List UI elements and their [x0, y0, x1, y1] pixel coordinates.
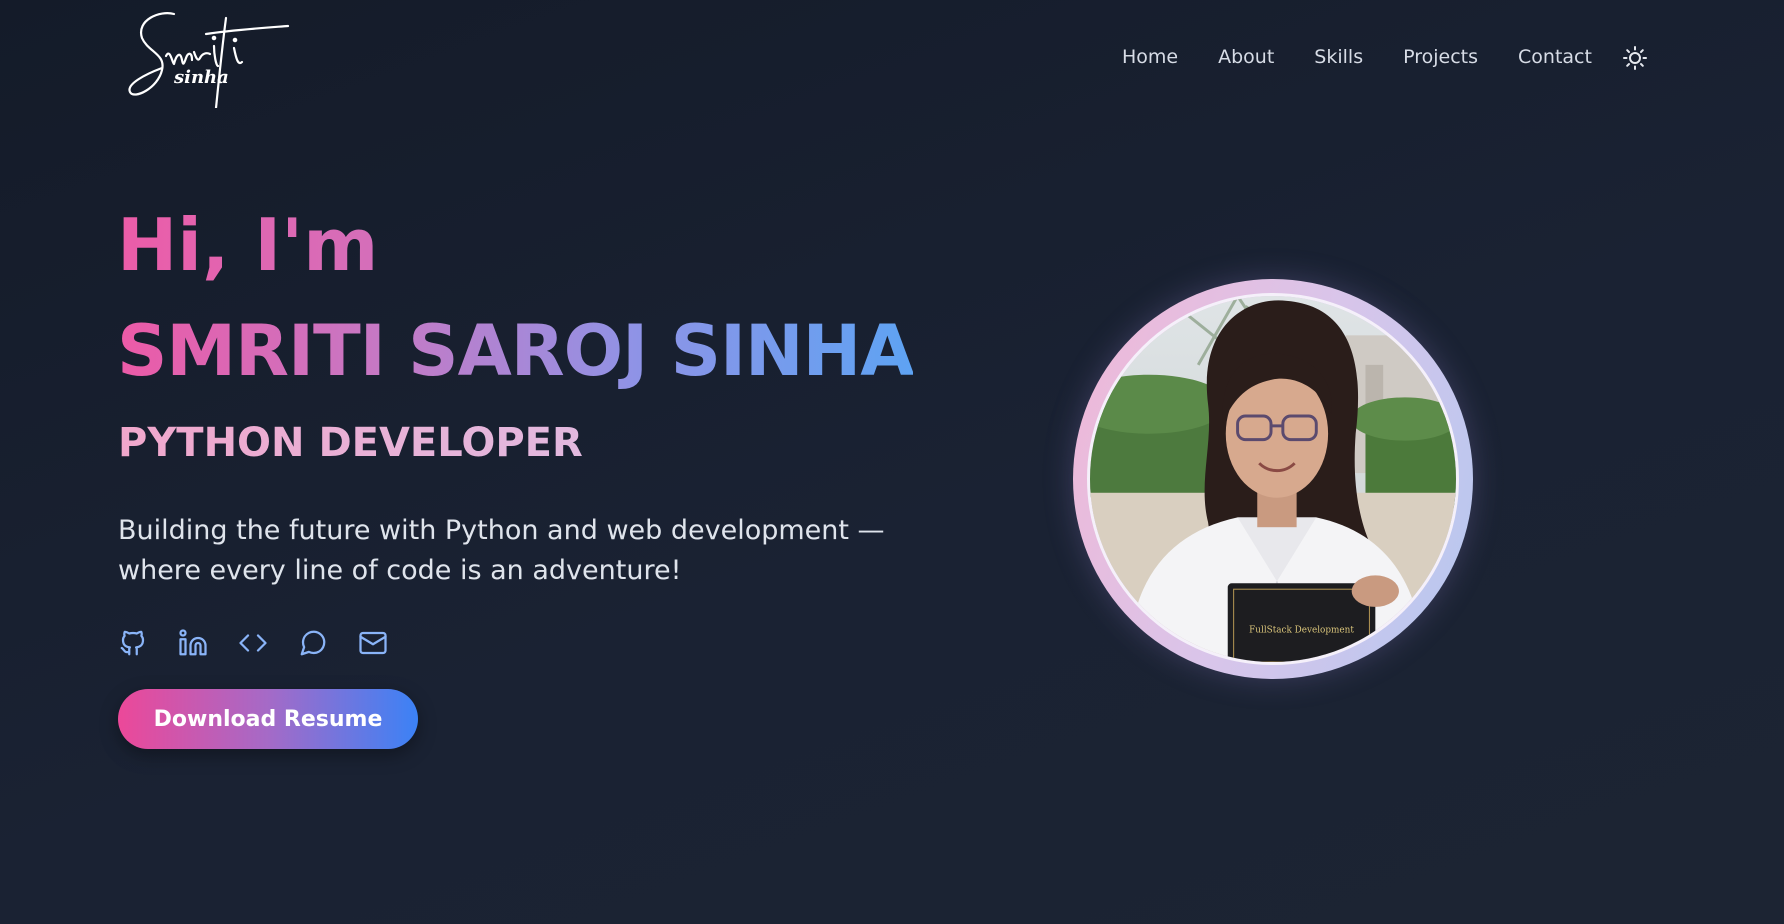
mail-icon — [359, 631, 387, 655]
code-link[interactable] — [238, 628, 268, 658]
github-icon — [120, 630, 145, 656]
certificate-text: FullStack Development — [1249, 625, 1354, 635]
logo-subtitle: sinha — [174, 67, 229, 88]
name-heading: SMRITI SAROJ SINHA — [117, 310, 914, 392]
greeting-heading: Hi, I'm — [117, 203, 379, 287]
signature-logo-icon — [128, 12, 290, 110]
linkedin-icon — [179, 629, 207, 656]
tagline-line-1: Building the future with Python and web … — [118, 515, 885, 546]
social-links — [118, 628, 418, 658]
profile-photo-frame: FullStack Development — [1073, 279, 1473, 679]
nav-contact[interactable]: Contact — [1518, 46, 1592, 68]
tagline-line-2: where every line of code is an adventure… — [118, 555, 682, 586]
theme-toggle-button[interactable] — [1622, 45, 1648, 71]
message-icon — [300, 630, 326, 656]
message-link[interactable] — [298, 628, 328, 658]
logo[interactable]: sinha — [122, 8, 298, 110]
portrait-image: FullStack Development — [1090, 296, 1456, 662]
linkedin-link[interactable] — [178, 628, 208, 658]
profile-photo: FullStack Development — [1087, 293, 1459, 665]
page: sinha Home About Skills Projects Contact… — [0, 0, 1784, 924]
tagline: Building the future with Python and web … — [118, 511, 918, 591]
nav-about[interactable]: About — [1218, 46, 1274, 68]
nav-skills[interactable]: Skills — [1314, 46, 1363, 68]
main-nav: Home About Skills Projects Contact — [1122, 46, 1592, 68]
download-resume-button[interactable]: Download Resume — [118, 689, 418, 749]
code-icon — [239, 634, 267, 652]
nav-projects[interactable]: Projects — [1403, 46, 1478, 68]
github-link[interactable] — [118, 628, 148, 658]
nav-home[interactable]: Home — [1122, 46, 1178, 68]
role-heading: PYTHON DEVELOPER — [118, 420, 583, 466]
sun-icon — [1623, 46, 1647, 70]
mail-link[interactable] — [358, 628, 388, 658]
